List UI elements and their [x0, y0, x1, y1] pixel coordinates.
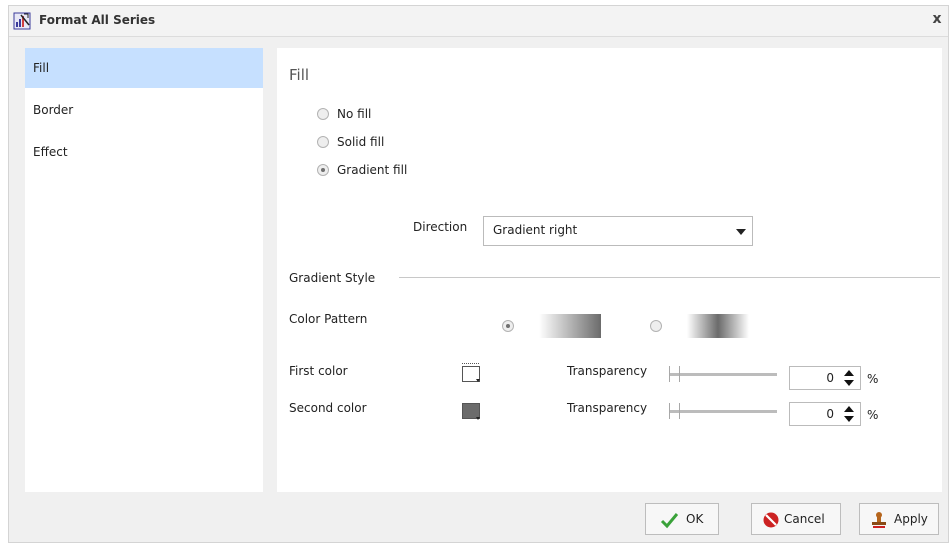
gradient-style-label: Gradient Style: [289, 271, 376, 285]
slider-thumb[interactable]: [679, 403, 680, 419]
second-transparency-slider[interactable]: [669, 403, 781, 419]
apply-label: Apply: [894, 512, 928, 526]
second-transparency-spinner[interactable]: 0: [789, 402, 861, 426]
color-pattern-label: Color Pattern: [289, 312, 368, 326]
color-pattern-radio-2[interactable]: [650, 320, 662, 332]
first-transparency-slider[interactable]: [669, 366, 781, 382]
slider-thumb[interactable]: [679, 366, 680, 382]
apply-button[interactable]: Apply: [859, 503, 939, 535]
ok-label: OK: [686, 512, 704, 526]
dialog-title: Format All Series: [39, 13, 156, 27]
first-transparency-label: Transparency: [567, 364, 648, 378]
gradient-style-divider: [399, 277, 940, 278]
no-fill-label: No fill: [337, 106, 372, 121]
first-color-label: First color: [289, 364, 348, 378]
slider-start-tick: [669, 403, 670, 419]
chart-format-icon: [13, 12, 31, 30]
color-pattern-radio-1[interactable]: [502, 320, 514, 332]
first-transparency-value[interactable]: 0: [826, 371, 834, 385]
no-fill-radio[interactable]: [317, 107, 329, 120]
close-button[interactable]: x: [930, 11, 944, 27]
category-list: Fill Border Effect: [25, 48, 263, 492]
no-entry-icon: [763, 512, 779, 528]
direction-value: Gradient right: [493, 223, 578, 237]
chevron-down-icon[interactable]: [736, 229, 746, 235]
slider-track: [669, 373, 777, 376]
slider-start-tick: [669, 366, 670, 382]
direction-select[interactable]: Gradient right: [483, 216, 753, 246]
nav-item-fill[interactable]: Fill: [25, 48, 263, 88]
arrow-up-icon[interactable]: [844, 406, 854, 412]
arrow-down-icon[interactable]: [844, 416, 854, 422]
fill-settings-panel: Fill No fill Solid fill Gradient fill Di…: [277, 48, 942, 492]
first-transparency-spinner[interactable]: 0: [789, 366, 861, 390]
second-transparency-label: Transparency: [567, 401, 648, 415]
second-transparency-value[interactable]: 0: [826, 407, 834, 421]
first-color-picker-icon[interactable]: [461, 362, 483, 384]
gradient-fill-option[interactable]: Gradient fill: [317, 159, 407, 179]
slider-track: [669, 410, 777, 413]
stamp-icon: [872, 512, 886, 528]
nav-item-border[interactable]: Border: [25, 90, 263, 130]
cancel-label: Cancel: [784, 512, 825, 526]
ok-button[interactable]: OK: [645, 503, 719, 535]
percent-label: %: [867, 372, 879, 386]
cancel-button[interactable]: Cancel: [751, 503, 841, 535]
solid-fill-label: Solid fill: [337, 134, 385, 149]
direction-label: Direction: [413, 220, 468, 234]
gradient-pattern-2-preview[interactable]: [687, 314, 749, 338]
no-fill-option[interactable]: No fill: [317, 103, 371, 123]
gradient-pattern-1-preview[interactable]: [539, 314, 601, 338]
section-title: Fill: [289, 66, 310, 84]
second-color-picker-icon[interactable]: [461, 401, 483, 423]
arrow-up-icon[interactable]: [844, 370, 854, 376]
checkmark-icon: [660, 513, 678, 529]
solid-fill-option[interactable]: Solid fill: [317, 131, 384, 151]
gradient-fill-radio[interactable]: [317, 163, 329, 176]
second-color-label: Second color: [289, 401, 367, 415]
spin-buttons[interactable]: [841, 369, 857, 387]
format-all-series-dialog: Format All Series x Fill Border Effect F…: [8, 5, 949, 543]
arrow-down-icon[interactable]: [844, 380, 854, 386]
title-bar: Format All Series x: [9, 6, 948, 37]
nav-item-effect[interactable]: Effect: [25, 132, 263, 172]
gradient-fill-label: Gradient fill: [337, 162, 408, 177]
solid-fill-radio[interactable]: [317, 135, 329, 148]
percent-label: %: [867, 408, 879, 422]
spin-buttons[interactable]: [841, 405, 857, 423]
